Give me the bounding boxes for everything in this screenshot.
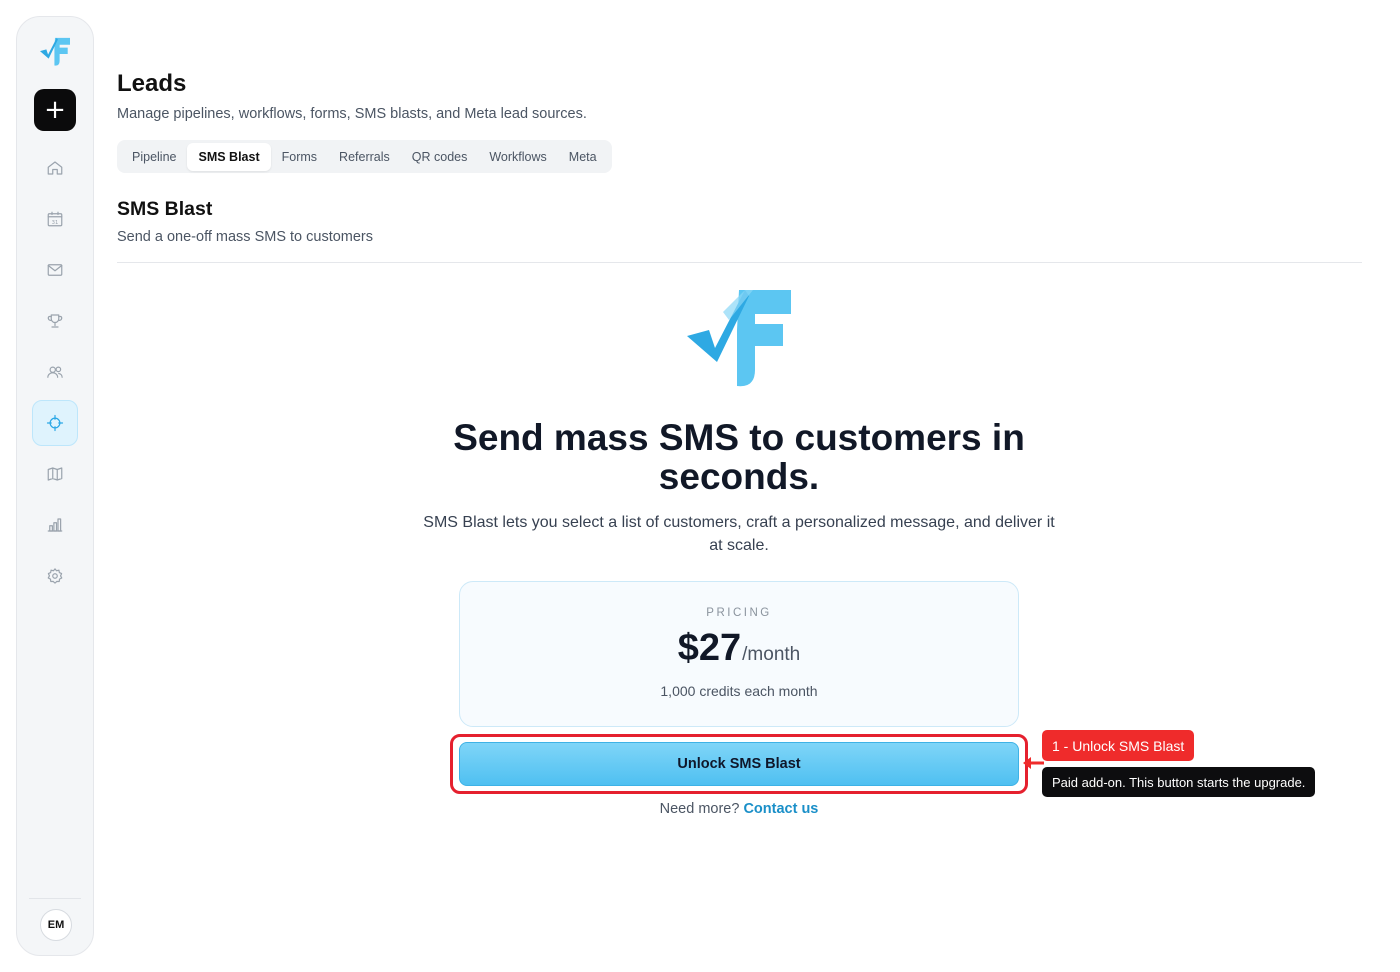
section-title: SMS Blast bbox=[117, 198, 213, 220]
pricing-label: PRICING bbox=[706, 607, 772, 619]
gear-icon bbox=[47, 568, 63, 584]
hero-title: Send mass SMS to customers in seconds. bbox=[453, 417, 1025, 497]
tab-workflows[interactable]: Workflows bbox=[478, 143, 557, 171]
contact-us-link[interactable]: Contact us bbox=[743, 801, 818, 817]
sidebar-item-reports[interactable] bbox=[32, 502, 78, 548]
section-subtitle: Send a one-off mass SMS to customers bbox=[117, 229, 374, 245]
mail-icon bbox=[47, 264, 63, 276]
brand-logo-icon bbox=[687, 290, 791, 387]
bar-chart-icon bbox=[47, 518, 63, 532]
need-more-text: Need more? Contact us bbox=[420, 801, 1058, 817]
sidebar-divider bbox=[29, 898, 81, 899]
price-row: $27 /month bbox=[460, 627, 1018, 670]
calendar-icon: 31 bbox=[47, 211, 63, 227]
need-more-label: Need more? bbox=[659, 801, 740, 817]
target-icon bbox=[46, 414, 64, 432]
tab-meta[interactable]: Meta bbox=[558, 143, 608, 171]
map-icon bbox=[47, 467, 63, 481]
tab-sms-blast[interactable]: SMS Blast bbox=[187, 142, 271, 171]
page-subtitle: Manage pipelines, workflows, forms, SMS … bbox=[117, 106, 587, 122]
home-icon bbox=[47, 161, 63, 175]
hero-description: SMS Blast lets you select a list of cust… bbox=[423, 514, 1055, 554]
tab-pipeline[interactable]: Pipeline bbox=[121, 143, 187, 171]
tab-forms[interactable]: Forms bbox=[271, 143, 328, 171]
users-icon bbox=[47, 366, 63, 378]
calendar-day-label: 31 bbox=[52, 220, 59, 226]
price-amount: $27 bbox=[677, 627, 742, 669]
create-new-button[interactable]: + bbox=[34, 89, 76, 131]
annotation-tooltip: Paid add-on. This button starts the upgr… bbox=[1042, 767, 1316, 797]
sidebar-item-inbox[interactable] bbox=[32, 247, 78, 293]
pricing-card: PRICING $27 /month 1,000 credits each mo… bbox=[459, 581, 1019, 727]
trophy-icon bbox=[47, 314, 63, 328]
sidebar-nav: 31 bbox=[32, 145, 78, 604]
page-title: Leads bbox=[117, 70, 187, 97]
tab-referrals[interactable]: Referrals bbox=[328, 143, 401, 171]
section-divider bbox=[117, 262, 1362, 263]
unlock-sms-blast-button[interactable]: Unlock SMS Blast bbox=[459, 742, 1019, 786]
credits-text: 1,000 credits each month bbox=[660, 683, 818, 699]
sidebar-item-customers[interactable] bbox=[32, 349, 78, 395]
user-avatar[interactable]: EM bbox=[40, 909, 72, 941]
sidebar-item-home[interactable] bbox=[32, 145, 78, 191]
price-unit: /month bbox=[742, 644, 801, 665]
sidebar-item-calendar[interactable]: 31 bbox=[32, 196, 78, 242]
sidebar-item-map[interactable] bbox=[32, 451, 78, 497]
sidebar-item-rewards[interactable] bbox=[32, 298, 78, 344]
annotation-tag: 1 - Unlock SMS Blast bbox=[1042, 730, 1195, 761]
brand-logo-icon bbox=[40, 37, 70, 66]
sidebar: + 31 EM bbox=[16, 16, 94, 956]
sidebar-item-settings[interactable] bbox=[32, 553, 78, 599]
tab-qr-codes[interactable]: QR codes bbox=[401, 143, 479, 171]
sidebar-item-leads[interactable] bbox=[32, 400, 78, 446]
leads-tabs: Pipeline SMS Blast Forms Referrals QR co… bbox=[117, 140, 612, 173]
